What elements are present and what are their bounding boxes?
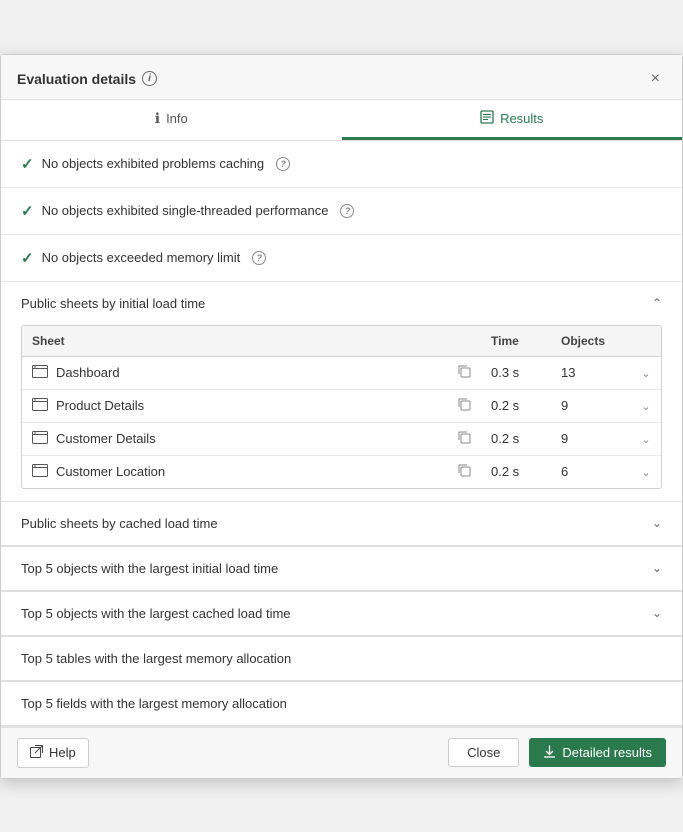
col-objects-header: Objects bbox=[551, 326, 631, 357]
detailed-results-button[interactable]: Detailed results bbox=[529, 738, 666, 767]
section-initial-label: Public sheets by initial load time bbox=[21, 296, 205, 311]
copy-icon-customer-location[interactable] bbox=[448, 455, 481, 488]
col-sheet-header: Sheet bbox=[22, 326, 448, 357]
section-top5-initial-chevron: ⌄ bbox=[652, 561, 662, 575]
check-threaded-icon: ✓ bbox=[21, 202, 34, 220]
title-text: Evaluation details bbox=[17, 71, 136, 87]
section-cached-chevron: ⌄ bbox=[652, 516, 662, 530]
objects-customer-details: 9 bbox=[551, 422, 631, 455]
title-info-icon[interactable]: i bbox=[142, 71, 157, 86]
check-caching-icon: ✓ bbox=[21, 155, 34, 173]
objects-customer-location: 6 bbox=[551, 455, 631, 488]
col-copy-header bbox=[448, 326, 481, 357]
time-product: 0.2 s bbox=[481, 389, 551, 422]
section-top5-initial-label: Top 5 objects with the largest initial l… bbox=[21, 561, 278, 576]
objects-dashboard: 13 bbox=[551, 356, 631, 389]
tab-info-label: Info bbox=[166, 111, 188, 126]
sheet-name-dashboard: Dashboard bbox=[22, 356, 448, 389]
close-icon[interactable]: × bbox=[645, 69, 666, 89]
memory-help-icon[interactable]: ? bbox=[252, 251, 266, 265]
check-caching: ✓ No objects exhibited problems caching … bbox=[1, 141, 682, 188]
sheet-icon-product bbox=[32, 398, 48, 414]
detailed-results-label: Detailed results bbox=[562, 745, 652, 760]
expand-dashboard[interactable]: ⌄ bbox=[631, 356, 661, 389]
initial-load-table-container: Sheet Time Objects bbox=[21, 325, 662, 489]
expand-customer-location[interactable]: ⌄ bbox=[631, 455, 661, 488]
threaded-help-icon[interactable]: ? bbox=[340, 204, 354, 218]
modal-title: Evaluation details i bbox=[17, 71, 157, 87]
help-link-icon bbox=[30, 745, 43, 761]
check-caching-text: No objects exhibited problems caching bbox=[42, 156, 265, 171]
tab-results-label: Results bbox=[500, 111, 543, 126]
objects-product: 9 bbox=[551, 389, 631, 422]
sheet-icon-customer-location bbox=[32, 464, 48, 480]
expand-product[interactable]: ⌄ bbox=[631, 389, 661, 422]
tab-info[interactable]: ℹ Info bbox=[1, 100, 342, 140]
section-cached-header[interactable]: Public sheets by cached load time ⌄ bbox=[1, 502, 682, 546]
time-dashboard: 0.3 s bbox=[481, 356, 551, 389]
help-label: Help bbox=[49, 745, 76, 760]
section-top5-cached-label: Top 5 objects with the largest cached lo… bbox=[21, 606, 291, 621]
table-row: Product Details 0.2 s 9 bbox=[22, 389, 661, 422]
section-top5-memory-tables-header[interactable]: Top 5 tables with the largest memory all… bbox=[1, 637, 682, 681]
col-expand-header bbox=[631, 326, 661, 357]
section-top5-initial: Top 5 objects with the largest initial l… bbox=[1, 547, 682, 592]
tabs-bar: ℹ Info Results bbox=[1, 100, 682, 141]
table-row: Customer Location 0.2 s 6 bbox=[22, 455, 661, 488]
modal-body: ✓ No objects exhibited problems caching … bbox=[1, 141, 682, 727]
results-tab-icon bbox=[480, 110, 494, 127]
section-top5-memory-tables: Top 5 tables with the largest memory all… bbox=[1, 637, 682, 682]
sheet-name-customer-location: Customer Location bbox=[22, 455, 448, 488]
section-top5-memory-fields-label: Top 5 fields with the largest memory all… bbox=[21, 696, 287, 711]
check-single-threaded: ✓ No objects exhibited single-threaded p… bbox=[1, 188, 682, 235]
table-row: Customer Details 0.2 s 9 bbox=[22, 422, 661, 455]
footer-right-buttons: Close Detailed results bbox=[448, 738, 666, 767]
copy-icon-dashboard[interactable] bbox=[448, 356, 481, 389]
tab-results[interactable]: Results bbox=[342, 100, 683, 140]
sheet-icon-customer-details bbox=[32, 431, 48, 447]
section-initial-chevron: ⌃ bbox=[652, 296, 662, 310]
time-customer-location: 0.2 s bbox=[481, 455, 551, 488]
modal-footer: Help Close Detailed results bbox=[1, 727, 682, 778]
col-time-header: Time bbox=[481, 326, 551, 357]
section-top5-cached-header[interactable]: Top 5 objects with the largest cached lo… bbox=[1, 592, 682, 636]
initial-load-table: Sheet Time Objects bbox=[22, 326, 661, 488]
help-button[interactable]: Help bbox=[17, 738, 89, 768]
section-top5-memory-tables-label: Top 5 tables with the largest memory all… bbox=[21, 651, 291, 666]
sheet-name-product: Product Details bbox=[22, 389, 448, 422]
section-top5-cached: Top 5 objects with the largest cached lo… bbox=[1, 592, 682, 637]
expand-customer-details[interactable]: ⌄ bbox=[631, 422, 661, 455]
copy-icon-product[interactable] bbox=[448, 389, 481, 422]
section-cached-label: Public sheets by cached load time bbox=[21, 516, 218, 531]
section-top5-memory-fields: Top 5 fields with the largest memory all… bbox=[1, 682, 682, 727]
section-initial-header[interactable]: Public sheets by initial load time ⌃ bbox=[1, 282, 682, 325]
close-button[interactable]: Close bbox=[448, 738, 519, 767]
info-tab-icon: ℹ bbox=[155, 110, 160, 127]
sheet-icon-dashboard bbox=[32, 365, 48, 381]
modal-header: Evaluation details i × bbox=[1, 55, 682, 100]
section-top5-memory-fields-header[interactable]: Top 5 fields with the largest memory all… bbox=[1, 682, 682, 726]
section-cached-load: Public sheets by cached load time ⌄ bbox=[1, 502, 682, 547]
download-icon bbox=[543, 745, 556, 761]
check-threaded-text: No objects exhibited single-threaded per… bbox=[42, 203, 329, 218]
check-memory-icon: ✓ bbox=[21, 249, 34, 267]
sheet-name-customer-details: Customer Details bbox=[22, 422, 448, 455]
table-row: Dashboard 0.3 s 13 ⌄ bbox=[22, 356, 661, 389]
section-public-sheets-initial: Public sheets by initial load time ⌃ She… bbox=[1, 282, 682, 502]
section-top5-initial-header[interactable]: Top 5 objects with the largest initial l… bbox=[1, 547, 682, 591]
check-memory-text: No objects exceeded memory limit bbox=[42, 250, 241, 265]
evaluation-details-modal: Evaluation details i × ℹ Info Results bbox=[0, 54, 683, 779]
time-customer-details: 0.2 s bbox=[481, 422, 551, 455]
copy-icon-customer-details[interactable] bbox=[448, 422, 481, 455]
check-memory: ✓ No objects exceeded memory limit ? bbox=[1, 235, 682, 282]
section-top5-cached-chevron: ⌄ bbox=[652, 606, 662, 620]
caching-help-icon[interactable]: ? bbox=[276, 157, 290, 171]
